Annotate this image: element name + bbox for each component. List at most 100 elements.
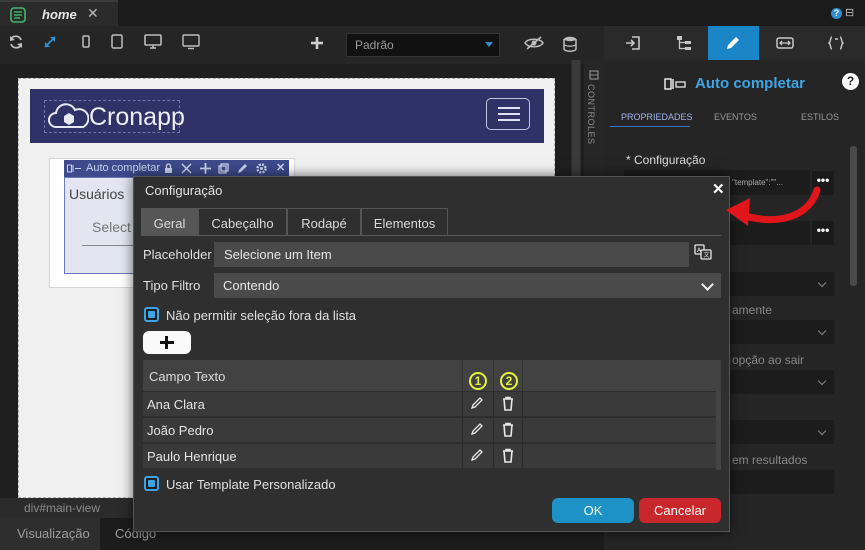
tipo-filtro-select[interactable]: Contendo: [214, 273, 721, 298]
arrows-horizontal-icon: [776, 36, 794, 50]
column-divider: [462, 360, 463, 391]
nao-permitir-checkbox[interactable]: [144, 307, 159, 322]
minimize-icon[interactable]: ⊟: [845, 6, 854, 19]
close-tab-icon[interactable]: ✕: [87, 5, 99, 22]
lock-icon[interactable]: [164, 163, 173, 174]
property-field-7[interactable]: [726, 470, 834, 494]
logo-text: Cronapp: [89, 103, 185, 131]
table-row[interactable]: Ana Clara: [143, 391, 721, 417]
tab-geral[interactable]: Geral: [141, 208, 198, 236]
placeholder-label: Placeholder: [143, 247, 212, 262]
placeholder-input[interactable]: Selecione um Item: [214, 242, 689, 267]
grid-header: [143, 360, 721, 391]
edit-icon[interactable]: [470, 448, 484, 462]
tab-home-label: home: [42, 7, 77, 22]
edit-icon[interactable]: [470, 422, 484, 436]
page-icon: [10, 7, 26, 23]
tablet-icon[interactable]: [110, 34, 130, 54]
tab-cabecalho[interactable]: Cabeçalho: [198, 208, 287, 236]
breadcrumb-item[interactable]: div#main-view: [24, 501, 100, 515]
tab-cabecalho-label: Cabeçalho: [211, 216, 274, 231]
row-text: João Pedro: [147, 423, 214, 438]
tipo-filtro-label: Tipo Filtro: [143, 278, 201, 293]
ok-button[interactable]: OK: [552, 498, 634, 523]
column-divider: [493, 360, 494, 391]
tab-visualizacao-label: Visualização: [17, 526, 90, 541]
tab-geral-label: Geral: [153, 216, 186, 231]
refresh-icon[interactable]: [8, 34, 28, 54]
chevron-down-icon: [485, 42, 493, 47]
column-divider: [522, 360, 523, 391]
autocomplete-icon: [664, 78, 686, 90]
panel-help-icon[interactable]: ?: [842, 73, 859, 90]
move-icon[interactable]: [200, 163, 211, 174]
tab-visualizacao[interactable]: Visualização: [0, 518, 100, 550]
annotation-arrow-icon: [722, 184, 822, 246]
panel-scrollbar[interactable]: [850, 146, 857, 286]
pencil-icon: [725, 35, 741, 51]
dialog-title: Configuração: [145, 183, 223, 198]
gear-icon[interactable]: [256, 163, 267, 174]
subtab-estilos[interactable]: ESTILOS: [801, 112, 839, 122]
plus-icon[interactable]: [310, 36, 330, 56]
config-label: * Configuração: [626, 153, 706, 167]
tab-rodape-label: Rodapé: [301, 216, 347, 231]
eye-off-icon[interactable]: [524, 36, 544, 56]
add-item-button[interactable]: [143, 331, 191, 354]
component-toolbar[interactable]: Auto completar ✕: [64, 160, 289, 177]
marker-1: 1: [469, 372, 487, 390]
hamburger-menu-icon[interactable]: [486, 98, 530, 130]
tab-enter[interactable]: [606, 26, 657, 60]
device-select[interactable]: Padrão: [346, 33, 500, 57]
trash-icon[interactable]: [501, 396, 515, 411]
autocomplete-icon: [67, 164, 81, 173]
desktop-icon[interactable]: [144, 34, 164, 54]
table-row[interactable]: Paulo Henrique: [143, 443, 721, 469]
tab-elementos[interactable]: Elementos: [361, 208, 448, 236]
document-tab-bar: [0, 0, 865, 26]
monitor-icon[interactable]: [182, 34, 202, 54]
delete-component-icon[interactable]: ✕: [276, 161, 285, 174]
tab-code[interactable]: [810, 26, 861, 60]
controls-icon: [589, 70, 599, 80]
tab-home[interactable]: home ✕: [0, 0, 118, 26]
edit-icon[interactable]: [237, 163, 248, 174]
tab-hierarchy[interactable]: [657, 26, 708, 60]
trash-icon[interactable]: [501, 448, 515, 463]
subtab-eventos[interactable]: EVENTOS: [714, 112, 757, 122]
translate-icon[interactable]: A文: [694, 244, 716, 264]
cloud-icon: [47, 102, 89, 132]
tab-edit[interactable]: [708, 26, 759, 60]
row-text: Ana Clara: [147, 397, 205, 412]
controls-label: CONTROLES: [586, 84, 596, 145]
sign-in-icon: [625, 35, 641, 51]
expand-icon[interactable]: [181, 163, 192, 174]
marker-2: 2: [500, 372, 518, 390]
cancel-button[interactable]: Cancelar: [639, 498, 721, 523]
trash-icon[interactable]: [501, 422, 515, 437]
property-label-4: amente: [732, 303, 773, 317]
usar-template-checkbox[interactable]: [144, 476, 159, 491]
phone-icon[interactable]: [80, 35, 100, 55]
row-text: Paulo Henrique: [147, 449, 237, 464]
edit-icon[interactable]: [470, 396, 484, 410]
select-placeholder: Select: [92, 219, 131, 235]
tab-rodape[interactable]: Rodapé: [287, 208, 361, 236]
svg-text:文: 文: [704, 251, 710, 259]
hierarchy-icon: [676, 35, 692, 51]
help-icon[interactable]: ?: [831, 8, 842, 19]
tab-resize[interactable]: [759, 26, 810, 60]
subtab-propriedades[interactable]: PROPRIEDADES: [621, 112, 693, 122]
tab-elementos-label: Elementos: [373, 216, 436, 231]
column-header-campo-texto[interactable]: Campo Texto: [149, 369, 225, 384]
database-icon[interactable]: [563, 36, 583, 56]
copy-icon[interactable]: [218, 163, 229, 174]
grid-scrollbar[interactable]: [716, 391, 721, 470]
component-toolbar-label: Auto completar: [86, 162, 160, 174]
placeholder-input-value: Selecione um Item: [224, 247, 332, 262]
tipo-filtro-value: Contendo: [223, 278, 280, 293]
code-icon: [828, 35, 844, 51]
subtab-underline: [610, 126, 690, 127]
table-row[interactable]: João Pedro: [143, 417, 721, 443]
resize-icon[interactable]: [42, 34, 62, 54]
